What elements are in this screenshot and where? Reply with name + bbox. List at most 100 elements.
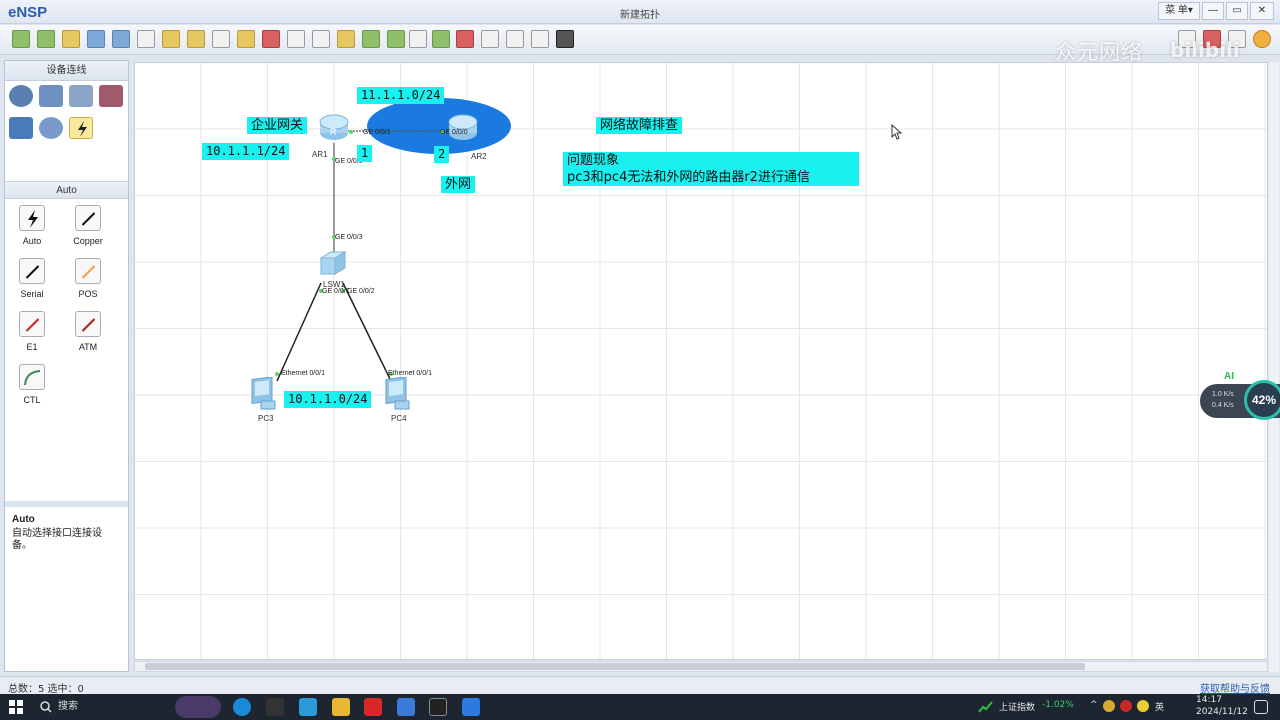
save-as-icon[interactable] [112, 30, 130, 48]
topology-icon[interactable] [556, 30, 574, 48]
e1-cable-icon [19, 311, 45, 337]
ar1-router-icon[interactable]: R [318, 113, 350, 143]
select-icon[interactable] [212, 30, 230, 48]
taskbar: 搜索 上证指数 -1.02% ^ 英 14:17 2024/11/12 [0, 694, 1280, 720]
horizontal-scrollbar[interactable] [134, 661, 1268, 672]
diagram-title[interactable]: 网络故障排查 [596, 117, 683, 134]
windows-start-icon[interactable] [9, 700, 23, 714]
terminal-icon[interactable] [429, 698, 447, 716]
problem-note[interactable]: 问题现象 pc3和pc4无法和外网的路由器r2进行通信 [563, 152, 859, 186]
serial-cable-icon [19, 258, 45, 284]
file-explorer-icon[interactable] [332, 698, 350, 716]
link-lsw1-pc4[interactable] [342, 282, 392, 382]
clock-time[interactable]: 14:17 [1196, 695, 1222, 705]
fit-icon[interactable] [409, 30, 427, 48]
delete-all-icon[interactable] [287, 30, 305, 48]
cable-category-icon[interactable] [69, 117, 93, 139]
firewall-category-icon[interactable] [99, 85, 123, 107]
minimize-button[interactable]: — [1202, 2, 1224, 20]
lsw1-switch-icon[interactable] [318, 249, 348, 277]
shield-icon[interactable] [1103, 700, 1115, 712]
ar2-label: AR2 [471, 152, 487, 161]
restore-button[interactable]: ▭ [1226, 2, 1248, 20]
notification-icon[interactable] [1254, 700, 1268, 714]
cable-copper[interactable]: Copper [63, 205, 113, 246]
cable-ctl[interactable]: CTL [7, 364, 57, 405]
grid-icon[interactable] [531, 30, 549, 48]
new-example-icon[interactable] [37, 30, 55, 48]
pc4-computer-icon[interactable] [383, 377, 413, 413]
zoom-out-icon[interactable] [387, 30, 405, 48]
cable-pos[interactable]: POS [63, 258, 113, 299]
external-network-label[interactable]: 外网 [441, 176, 476, 193]
vertical-scrollbar[interactable] [1269, 62, 1279, 672]
cpu-usage-gauge: 42% [1244, 380, 1280, 420]
upload-speed: 1.0 K/s [1212, 391, 1234, 398]
network-speed-widget[interactable]: AI 1.0 K/s 0.4 K/s 42% [1200, 371, 1280, 420]
undo-icon[interactable] [162, 30, 180, 48]
text-icon[interactable] [312, 30, 330, 48]
clock-date[interactable]: 2024/11/12 [1196, 707, 1248, 717]
cable-atm[interactable]: ATM [63, 311, 113, 352]
port-number-2[interactable]: 2 [434, 146, 450, 163]
wps-icon[interactable] [364, 698, 382, 716]
start-device-icon[interactable] [432, 30, 450, 48]
router-category-icon[interactable] [9, 85, 33, 107]
cable-e1[interactable]: E1 [7, 311, 57, 352]
ime-indicator[interactable]: 英 [1155, 700, 1164, 713]
tray-chevron-icon[interactable]: ^ [1090, 700, 1098, 710]
delete-icon[interactable] [262, 30, 280, 48]
cable-auto[interactable]: Auto [7, 205, 57, 246]
ctl-cable-icon [19, 364, 45, 390]
wlan-category-icon[interactable] [69, 85, 93, 107]
pc3-label: PC3 [258, 414, 274, 423]
pc-category-icon[interactable] [9, 117, 33, 139]
antivirus-icon[interactable] [1120, 700, 1132, 712]
ai-badge: AI [1224, 371, 1234, 382]
atm-cable-icon [75, 311, 101, 337]
switch-category-icon[interactable] [39, 85, 63, 107]
problem-title: 问题现象 [567, 153, 620, 168]
enterprise-gateway-label[interactable]: 企业网关 [247, 117, 308, 134]
help-icon[interactable] [1253, 30, 1271, 48]
app-icon[interactable] [462, 698, 480, 716]
pan-hand-icon[interactable] [237, 30, 255, 48]
capcut-icon[interactable] [266, 698, 284, 716]
menu-button[interactable]: 菜 单▾ [1158, 2, 1200, 20]
lan-network-label[interactable]: 10.1.1.0/24 [284, 391, 372, 408]
gateway-ip-label[interactable]: 10.1.1.1/24 [202, 143, 290, 160]
print-icon[interactable] [137, 30, 155, 48]
port-label: Ethernet 0/0/1 [388, 370, 432, 377]
problem-description: pc3和pc4无法和外网的路由器r2进行通信 [567, 170, 810, 185]
topology-canvas[interactable]: R AR1 AR2 LSW1 PC3 PC4 GE 0/0/1 GE 0/0/0… [134, 62, 1268, 660]
stock-name[interactable]: 上证指数 [999, 700, 1035, 713]
help-box: Auto 自动选择接口连接设备。 [5, 501, 128, 671]
cloud-category-icon[interactable] [39, 117, 63, 139]
help-text: 自动选择接口连接设备。 [12, 528, 102, 551]
port-number-1[interactable]: 1 [357, 145, 373, 162]
new-topology-icon[interactable] [12, 30, 30, 48]
port-label: GE 0/0/1 [363, 129, 391, 136]
stop-device-icon[interactable] [456, 30, 474, 48]
ar2-router-icon[interactable] [447, 113, 479, 143]
search-app-icon[interactable] [299, 698, 317, 716]
zoom-in-icon[interactable] [362, 30, 380, 48]
close-button[interactable]: ✕ [1250, 2, 1274, 20]
save-icon[interactable] [87, 30, 105, 48]
help-feedback-link[interactable]: 获取帮助与反馈 [1200, 680, 1270, 695]
pc3-computer-icon[interactable] [249, 377, 279, 413]
cable-serial[interactable]: Serial [7, 258, 57, 299]
palette-icon[interactable] [337, 30, 355, 48]
redo-icon[interactable] [187, 30, 205, 48]
scroll-thumb[interactable] [145, 663, 1085, 670]
open-icon[interactable] [62, 30, 80, 48]
capture-icon[interactable] [506, 30, 524, 48]
cli-icon[interactable] [481, 30, 499, 48]
edge-browser-icon[interactable] [233, 698, 251, 716]
ensp-taskbar-icon[interactable] [397, 698, 415, 716]
tray-app-icon[interactable] [1137, 700, 1149, 712]
pos-cable-icon [75, 258, 101, 284]
link-lsw1-pc3[interactable] [276, 282, 322, 382]
auto-cable-icon [19, 205, 45, 231]
wan-network-label[interactable]: 11.1.1.0/24 [357, 87, 445, 104]
